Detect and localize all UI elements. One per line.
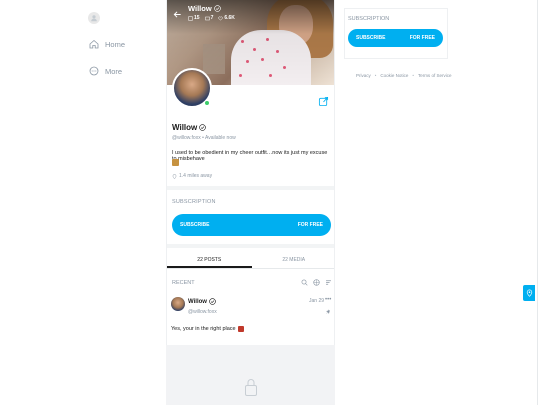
floating-help-button[interactable] xyxy=(523,285,535,301)
right-subscribe-button[interactable]: SUBSCRIBE FOR FREE xyxy=(348,29,443,47)
grid-view-icon[interactable] xyxy=(313,279,320,286)
tab-posts[interactable]: 22 POSTS xyxy=(167,252,252,268)
videos-stat: 7 xyxy=(204,15,213,21)
post-handle: @willow.foxx xyxy=(188,309,217,315)
lock-icon xyxy=(245,379,257,396)
emoji-icon xyxy=(237,326,244,332)
availability-status: Available now xyxy=(204,135,236,141)
share-icon[interactable] xyxy=(318,96,329,107)
profile-location: 1.4 miles away xyxy=(172,173,212,179)
emoji-icon xyxy=(172,159,179,166)
right-subscription-label: SUBSCRIPTION xyxy=(348,16,390,22)
heart-icon xyxy=(218,16,224,21)
post-text-row: Yes, your in the right place xyxy=(171,326,244,332)
home-icon xyxy=(89,39,99,49)
section-divider xyxy=(167,244,334,248)
scrollbar[interactable] xyxy=(537,0,538,405)
cover-header: Willow 15 7 6.6K xyxy=(173,4,235,21)
likes-stat: 6.6K xyxy=(218,15,235,21)
post-avatar[interactable] xyxy=(171,297,185,311)
cover-stats: 15 7 6.6K xyxy=(188,15,235,21)
post-date: Jan 29 xyxy=(309,298,325,304)
footer-link-cookie-notice[interactable]: Cookie Notice xyxy=(380,73,408,78)
pin-icon xyxy=(326,309,330,314)
post-more-button[interactable]: ••• xyxy=(325,297,331,303)
nav-home-label: Home xyxy=(105,39,126,49)
cover-title: Willow xyxy=(188,4,235,13)
profile-name: Willow xyxy=(172,123,207,132)
verified-icon xyxy=(213,5,221,12)
sort-icon[interactable] xyxy=(325,279,332,286)
cover-name: Willow xyxy=(188,4,212,13)
recent-tools xyxy=(301,279,332,286)
image-icon xyxy=(188,16,193,20)
post-text: Yes, your in the right place xyxy=(171,326,236,332)
subscribe-button[interactable]: SUBSCRIBE FOR FREE xyxy=(172,214,331,236)
nav-more[interactable]: More xyxy=(89,66,122,76)
recent-header: RECENT xyxy=(172,279,332,286)
verified-icon xyxy=(209,298,216,305)
location-pin-icon xyxy=(172,173,177,179)
profile-bio: I used to be obedient in my cheer outfit… xyxy=(172,150,328,162)
tab-media[interactable]: 22 MEDIA xyxy=(252,252,335,268)
verified-icon xyxy=(199,124,207,131)
video-icon xyxy=(204,16,210,20)
recent-label: RECENT xyxy=(172,279,195,286)
nav-home[interactable]: Home xyxy=(89,39,125,49)
nav-more-label: More xyxy=(105,66,123,76)
online-indicator xyxy=(204,100,210,106)
footer-link-terms[interactable]: Terms of Service xyxy=(418,73,452,78)
footer-link-privacy[interactable]: Privacy xyxy=(356,73,371,78)
subscription-label: SUBSCRIPTION xyxy=(172,199,216,205)
user-icon xyxy=(91,15,97,22)
post-author[interactable]: Willow xyxy=(188,298,216,305)
pin-badge-icon xyxy=(526,289,532,297)
more-icon xyxy=(89,66,99,76)
profile-handle-row: @willow.foxx • Available now xyxy=(172,135,236,141)
search-icon[interactable] xyxy=(301,279,308,286)
photos-stat: 15 xyxy=(188,15,200,21)
content-tabs: 22 POSTS 22 MEDIA xyxy=(167,252,335,269)
profile-handle: @willow.foxx xyxy=(172,135,201,141)
user-avatar[interactable] xyxy=(88,12,100,24)
back-arrow-icon[interactable] xyxy=(173,10,182,19)
section-divider xyxy=(167,186,334,190)
footer-links: Privacy • Cookie Notice • Terms of Servi… xyxy=(356,73,452,78)
